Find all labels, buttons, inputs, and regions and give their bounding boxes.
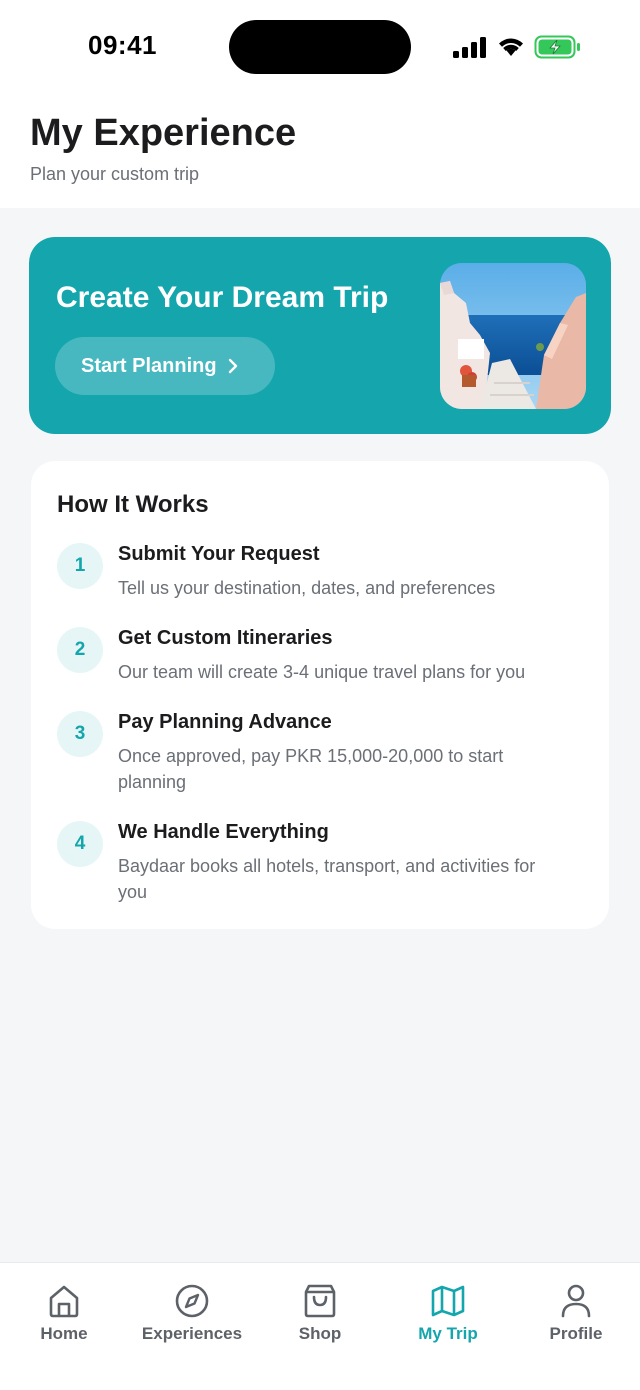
step-description: Baydaar books all hotels, transport, and… [118,856,536,902]
status-bar: 09:41 [0,0,640,92]
banner-title: Create Your Dream Trip [56,281,389,314]
step-number-badge: 3 [57,711,103,757]
tab-label: Home [40,1324,88,1343]
step-number-badge: 4 [57,821,103,867]
start-planning-button[interactable]: Start Planning [55,337,275,395]
step-number-badge: 1 [57,543,103,589]
compass-icon [175,1284,209,1318]
tab-profile[interactable]: Profile [512,1283,640,1344]
tab-my-trip[interactable]: My Trip [384,1283,512,1344]
create-trip-banner[interactable]: Create Your Dream Trip Start Planning [29,237,611,434]
chevron-right-icon [227,357,239,375]
tab-home[interactable]: Home [0,1283,128,1344]
status-time: 09:41 [88,30,157,60]
battery-icon [534,35,580,59]
home-icon [49,1285,79,1318]
bottom-tab-bar: Home Experiences Shop My Trip Profile [0,1262,640,1390]
step-item: 2 Get Custom Itineraries Our team will c… [57,627,597,697]
step-number-badge: 2 [57,627,103,673]
step-title: Pay Planning Advance [118,711,332,733]
how-it-works-title: How It Works [57,491,209,518]
step-title: We Handle Everything [118,821,329,843]
tab-label: Shop [298,1324,342,1343]
tab-label: Profile [549,1324,603,1343]
tab-experiences[interactable]: Experiences [128,1283,256,1344]
how-it-works-card: How It Works 1 Submit Your Request Tell … [31,461,609,929]
step-title: Submit Your Request [118,543,320,565]
page-subtitle: Plan your custom trip [30,164,200,184]
step-description: Once approved, pay PKR 15,000-20,000 to … [118,746,504,792]
step-title: Get Custom Itineraries [118,627,333,649]
map-icon [431,1285,465,1317]
shopping-bag-icon [304,1284,336,1318]
page-header: My Experience Plan your custom trip [0,92,640,208]
start-planning-label: Start Planning [81,354,217,377]
step-item: 3 Pay Planning Advance Once approved, pa… [57,711,597,801]
user-icon [561,1284,591,1318]
coastal-village-photo [440,263,586,409]
page-title: My Experience [30,112,297,154]
tab-label: Experiences [141,1324,243,1343]
step-item: 4 We Handle Everything Baydaar books all… [57,821,597,911]
signal-icon [453,37,486,58]
tab-shop[interactable]: Shop [256,1283,384,1344]
tab-label: My Trip [418,1324,478,1343]
wifi-icon [499,38,523,56]
step-description: Tell us your destination, dates, and pre… [118,578,496,598]
step-description: Our team will create 3-4 unique travel p… [118,662,526,682]
dynamic-island [229,20,411,74]
step-item: 1 Submit Your Request Tell us your desti… [57,543,597,613]
